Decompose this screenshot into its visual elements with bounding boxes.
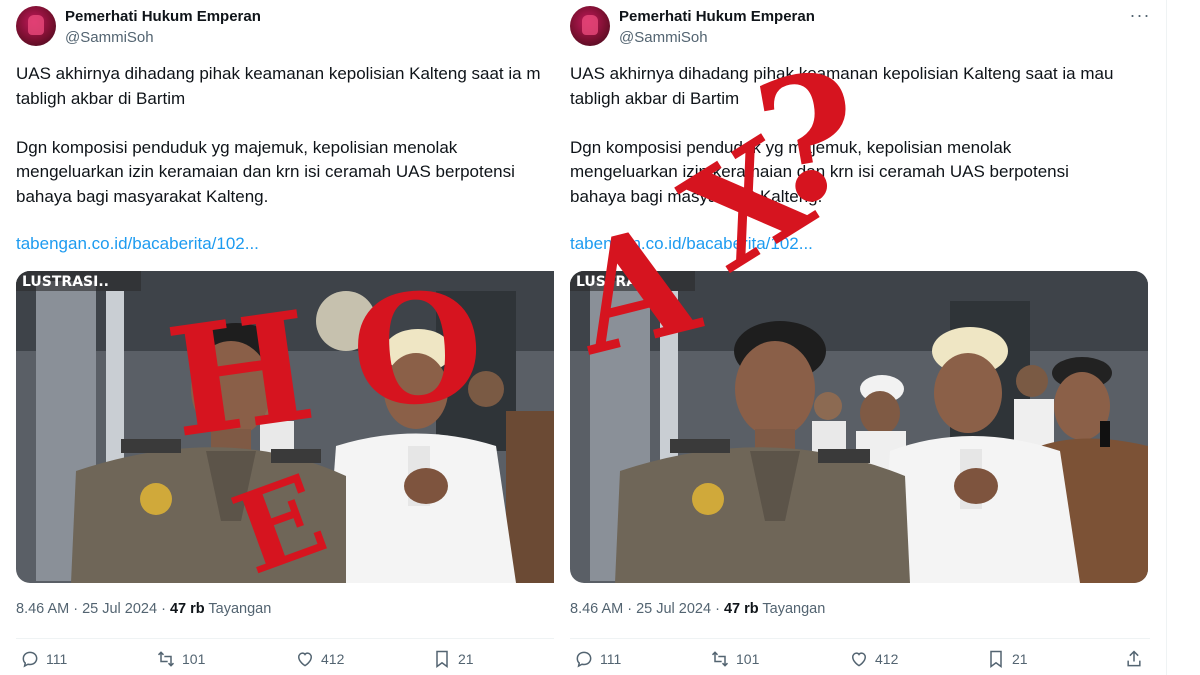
heart-icon	[851, 652, 867, 667]
repost-icon	[711, 651, 729, 667]
tweet-text-line: Dgn komposisi penduduk yg majemuk, kepol…	[16, 137, 458, 157]
reply-icon	[576, 651, 592, 668]
tweet-card-right[interactable]: Pemerhati Hukum Emperan @SammiSoh ··· UA…	[554, 0, 1166, 675]
tweet-image[interactable]: LUSTRASI..	[16, 271, 554, 583]
like-count: 412	[321, 651, 345, 667]
more-options-button[interactable]: ···	[1129, 5, 1151, 29]
avatar[interactable]	[16, 6, 56, 46]
tweet-card-left[interactable]: Pemerhati Hukum Emperan @SammiSoh UAS ak…	[0, 0, 554, 675]
repost-button[interactable]: 101	[156, 649, 205, 669]
tweet-text-line: UAS akhirnya dihadang pihak keamanan kep…	[16, 64, 541, 83]
tweet-text-line: Dgn komposisi penduduk yg majemuk, kepol…	[570, 137, 1012, 157]
tweet-meta: 8.46 AM · 25 Jul 2024 · 47 rb Tayangan	[570, 601, 825, 617]
views-count: 47 rb	[723, 601, 759, 617]
reply-count: 111	[600, 651, 622, 667]
photo-scene: LUSTRASI..	[16, 271, 554, 583]
tweet-text-line: bahaya bagi masyarakat Kalteng.	[16, 186, 269, 206]
tweet-text-line: UAS akhirnya dihadang pihak keamanan kep…	[570, 64, 1114, 83]
tweet-image[interactable]: LUSTRASI..	[570, 271, 1148, 583]
tweet-timestamp[interactable]: 8.46 AM · 25 Jul 2024 ·	[570, 601, 720, 617]
views-label: Tayangan	[208, 601, 272, 617]
author-handle[interactable]: @SammiSoh	[65, 29, 154, 46]
tweet-text-line: tabligh akbar di Bartim	[16, 88, 186, 108]
image-caption: LUSTRASI..	[22, 274, 109, 290]
like-count: 412	[875, 651, 899, 667]
views-count: 47 rb	[169, 601, 205, 617]
bookmark-button[interactable]: 21	[432, 649, 474, 669]
tweet-text: UAS akhirnya dihadang pihak keamanan kep…	[16, 62, 541, 209]
divider	[16, 638, 554, 639]
views-label: Tayangan	[762, 601, 826, 617]
tweet-link[interactable]: tabengan.co.id/bacaberita/102...	[570, 234, 813, 254]
tweet-meta: 8.46 AM · 25 Jul 2024 · 47 rb Tayangan	[16, 601, 271, 617]
share-icon	[1127, 650, 1141, 667]
repost-count: 101	[736, 651, 760, 667]
tweet-text-line: mengeluarkan izin keramaian dan krn isi …	[16, 162, 515, 181]
bookmark-count: 21	[1012, 651, 1028, 667]
bookmark-button[interactable]: 21	[986, 649, 1028, 669]
like-button[interactable]: 412	[849, 649, 898, 669]
repost-button[interactable]: 101	[710, 649, 759, 669]
repost-icon	[157, 651, 175, 667]
tweet-text-line: bahaya bagi masyarakat Kalteng.	[570, 186, 823, 206]
author-name[interactable]: Pemerhati Hukum Emperan	[619, 8, 815, 25]
repost-count: 101	[182, 651, 206, 667]
share-button[interactable]	[1124, 649, 1144, 669]
tweet-text-line: tabligh akbar di Bartim	[570, 88, 740, 108]
bookmark-count: 21	[458, 651, 474, 667]
author-handle[interactable]: @SammiSoh	[619, 29, 708, 46]
photo-scene: LUSTRASI..	[570, 271, 1148, 583]
page-gutter	[1166, 0, 1200, 675]
image-caption: LUSTRASI..	[576, 274, 663, 290]
reply-button[interactable]: 111	[20, 649, 67, 669]
tweet-timestamp[interactable]: 8.46 AM · 25 Jul 2024 ·	[16, 601, 166, 617]
divider	[570, 638, 1150, 639]
heart-icon	[297, 652, 313, 667]
bookmark-icon	[990, 650, 1002, 668]
reply-button[interactable]: 111	[574, 649, 621, 669]
avatar[interactable]	[570, 6, 610, 46]
author-name[interactable]: Pemerhati Hukum Emperan	[65, 8, 261, 25]
ellipsis-icon: ···	[1129, 5, 1151, 25]
tweet-text-line: mengeluarkan izin keramaian dan krn isi …	[570, 162, 1069, 181]
tweet-link[interactable]: tabengan.co.id/bacaberita/102...	[16, 234, 259, 254]
reply-icon	[22, 651, 38, 668]
tweet-text: UAS akhirnya dihadang pihak keamanan kep…	[570, 62, 1113, 209]
reply-count: 111	[46, 651, 68, 667]
bookmark-icon	[436, 650, 448, 668]
like-button[interactable]: 412	[295, 649, 344, 669]
